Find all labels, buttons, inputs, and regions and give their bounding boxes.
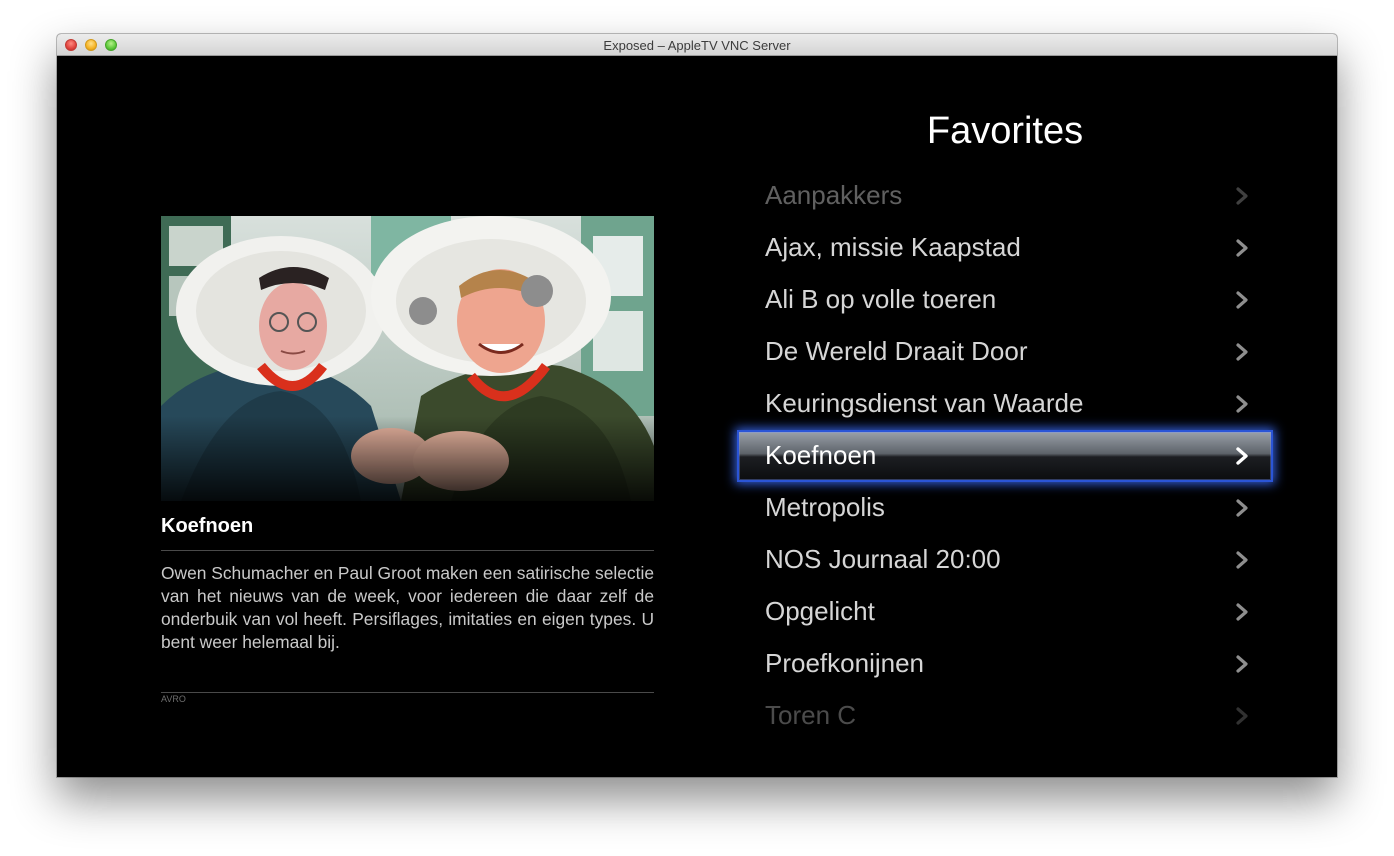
preview-description: Owen Schumacher en Paul Groot maken een … <box>161 563 654 652</box>
menu-item-label: Proefkonijnen <box>765 648 924 678</box>
menu-item-label: Opgelicht <box>765 596 875 626</box>
menu-item-label: Ajax, missie Kaapstad <box>765 232 1021 262</box>
chevron-right-icon <box>1236 551 1248 569</box>
chevron-right-icon <box>1236 395 1248 413</box>
menu-item[interactable]: Opgelicht <box>737 586 1273 638</box>
chevron-right-icon <box>1236 239 1248 257</box>
preview-divider-bottom <box>161 692 654 693</box>
menu-item-label: Keuringsdienst van Waarde <box>765 388 1084 418</box>
menu-item-label: Koefnoen <box>765 440 877 470</box>
chevron-right-icon <box>1236 707 1248 725</box>
menu-item[interactable]: Ajax, missie Kaapstad <box>737 222 1273 274</box>
chevron-right-icon <box>1236 603 1248 621</box>
chevron-right-icon <box>1236 447 1248 465</box>
menu-item[interactable]: Proefkonijnen <box>737 638 1273 690</box>
menu-item-label: NOS Journaal 20:00 <box>765 544 1001 574</box>
favorites-menu: Aanpakkers Ajax, missie Kaapstad Ali B o… <box>737 170 1273 742</box>
preview-network-label: AVRO <box>161 694 186 704</box>
window-titlebar[interactable]: Exposed – AppleTV VNC Server <box>57 34 1337 56</box>
chevron-right-icon <box>1236 499 1248 517</box>
menu-item[interactable]: De Wereld Draait Door <box>737 326 1273 378</box>
preview-title: Koefnoen <box>161 515 254 537</box>
preview-thumbnail <box>161 216 654 501</box>
menu-title: Favorites <box>926 110 1084 152</box>
menu-item[interactable]: Toren C <box>737 690 1273 742</box>
window-title: Exposed – AppleTV VNC Server <box>603 38 791 53</box>
chevron-right-icon <box>1236 655 1248 673</box>
preview-divider-top <box>161 550 654 551</box>
chevron-right-icon <box>1236 291 1248 309</box>
menu-item-label: Aanpakkers <box>765 180 903 210</box>
chevron-right-icon <box>1236 187 1248 205</box>
menu-item[interactable]: Keuringsdienst van Waarde <box>737 378 1273 430</box>
menu-item-label: De Wereld Draait Door <box>765 336 1028 366</box>
chevron-right-icon <box>1236 343 1248 361</box>
menu-item[interactable]: NOS Journaal 20:00 <box>737 534 1273 586</box>
app-window: Exposed – AppleTV VNC Server Koefnoen Ow… <box>57 34 1337 777</box>
menu-item[interactable]: Metropolis <box>737 482 1273 534</box>
menu-item[interactable]: Aanpakkers <box>737 170 1273 222</box>
tv-screen[interactable]: Koefnoen Owen Schumacher en Paul Groot m… <box>57 56 1337 777</box>
preview-photo <box>161 216 654 501</box>
menu-item-selected[interactable]: Koefnoen <box>737 430 1273 482</box>
menu-item-label: Toren C <box>765 700 857 730</box>
menu-item-label: Metropolis <box>765 492 885 522</box>
menu-item[interactable]: Ali B op volle toeren <box>737 274 1273 326</box>
menu-item-label: Ali B op volle toeren <box>765 284 997 314</box>
